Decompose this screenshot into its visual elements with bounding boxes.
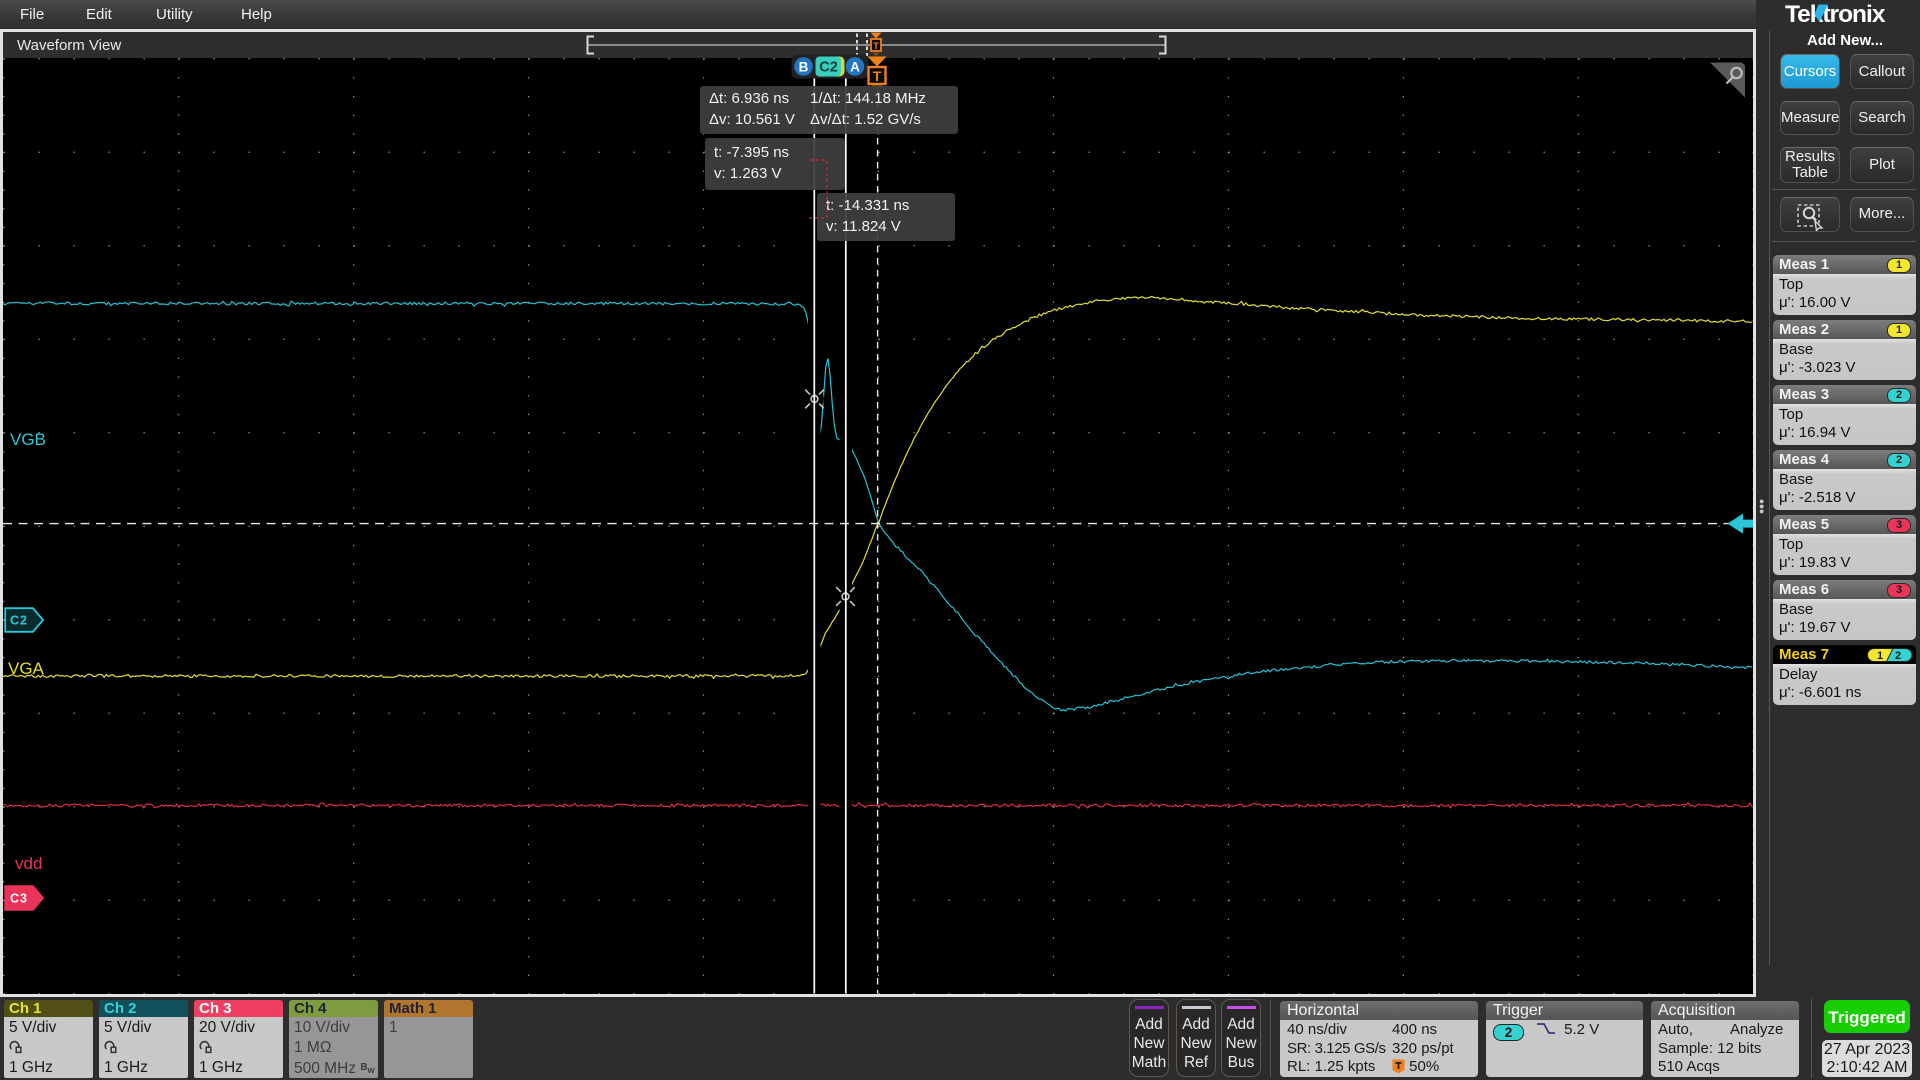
svg-text:2: 2 [1895, 650, 1901, 662]
svg-text:Tektronix: Tektronix [1785, 1, 1886, 28]
svg-text:T: T [873, 41, 879, 52]
svg-text:T: T [873, 68, 882, 84]
svg-text:C2: C2 [819, 60, 838, 76]
svg-text:1: 1 [1877, 650, 1883, 662]
svg-text:C2: C2 [10, 614, 28, 628]
svg-text:A: A [850, 60, 860, 75]
svg-text:C3: C3 [10, 892, 28, 906]
svg-text:B: B [799, 60, 809, 75]
